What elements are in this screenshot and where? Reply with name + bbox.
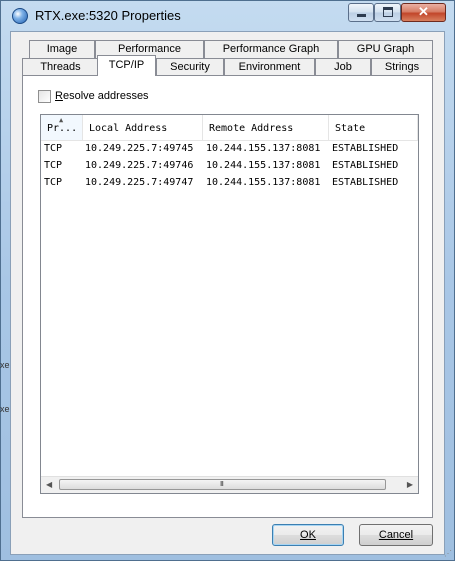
column-header-protocol-label: Pr... (47, 123, 78, 134)
cell-local-address: 10.249.225.7:49747 (85, 177, 194, 188)
resolve-addresses-label-text: esolve addresses (62, 90, 149, 102)
tab-threads[interactable]: Threads (22, 58, 99, 76)
resize-grip-icon[interactable]: ⋰ (444, 549, 452, 558)
ok-button-label: OK (300, 529, 316, 541)
window-title: RTX.exe:5320 Properties (35, 8, 181, 23)
column-header-state[interactable]: State (329, 115, 418, 140)
cell-protocol: TCP (44, 160, 63, 171)
tab-strings[interactable]: Strings (371, 58, 433, 76)
cell-remote-address: 10.244.155.137:8081 (206, 160, 321, 171)
connections-list[interactable]: ▲ Pr... Local Address Remote Address Sta… (40, 114, 419, 494)
cell-remote-address: 10.244.155.137:8081 (206, 143, 321, 154)
resolve-addresses-checkbox[interactable] (38, 90, 51, 103)
horizontal-scrollbar[interactable]: ◀ III ▶ (41, 476, 418, 493)
tab-security[interactable]: Security (156, 58, 224, 76)
scroll-left-icon[interactable]: ◀ (46, 480, 52, 489)
background-window-fragment: xe (0, 404, 10, 414)
cell-state: ESTABLISHED (332, 177, 399, 188)
minimize-button[interactable] (348, 3, 374, 22)
cell-state: ESTABLISHED (332, 143, 399, 154)
cancel-button[interactable]: Cancel (359, 524, 433, 546)
background-window-fragment: xe (0, 360, 10, 370)
tab-performance-graph[interactable]: Performance Graph (204, 40, 338, 58)
cell-remote-address: 10.244.155.137:8081 (206, 177, 321, 188)
cell-local-address: 10.249.225.7:49745 (85, 143, 194, 154)
minimize-icon (356, 14, 366, 17)
maximize-button[interactable] (374, 3, 401, 22)
cancel-button-label: Cancel (378, 529, 414, 541)
close-icon: ✕ (418, 4, 429, 19)
cell-protocol: TCP (44, 143, 63, 154)
cell-protocol: TCP (44, 177, 63, 188)
tab-job[interactable]: Job (315, 58, 371, 76)
table-row[interactable]: TCP 10.249.225.7:49747 10.244.155.137:80… (41, 174, 418, 191)
column-header-local-address[interactable]: Local Address (83, 115, 203, 140)
sort-ascending-icon: ▲ (59, 116, 64, 124)
resolve-addresses-label[interactable]: Resolve addresses (55, 90, 149, 102)
tab-environment[interactable]: Environment (224, 58, 315, 76)
process-explorer-globe-icon (12, 8, 28, 24)
cell-state: ESTABLISHED (332, 160, 399, 171)
table-row[interactable]: TCP 10.249.225.7:49746 10.244.155.137:80… (41, 157, 418, 174)
title-bar[interactable]: RTX.exe:5320 Properties ✕ (1, 1, 454, 31)
tab-tcpip[interactable]: TCP/IP (97, 55, 156, 76)
scrollbar-thumb[interactable]: III (59, 479, 386, 490)
tab-image[interactable]: Image (29, 40, 95, 58)
column-header-protocol[interactable]: ▲ Pr... (41, 115, 83, 140)
scroll-right-icon[interactable]: ▶ (407, 480, 413, 489)
table-row[interactable]: TCP 10.249.225.7:49745 10.244.155.137:80… (41, 140, 418, 157)
close-button[interactable]: ✕ (401, 3, 446, 22)
scrollbar-grip: III (220, 481, 224, 488)
maximize-icon (382, 7, 393, 17)
tab-gpu-graph[interactable]: GPU Graph (338, 40, 433, 58)
ok-button[interactable]: OK (272, 524, 344, 546)
list-header: ▲ Pr... Local Address Remote Address Sta… (41, 115, 418, 141)
column-header-remote-address[interactable]: Remote Address (203, 115, 329, 140)
cell-local-address: 10.249.225.7:49746 (85, 160, 194, 171)
